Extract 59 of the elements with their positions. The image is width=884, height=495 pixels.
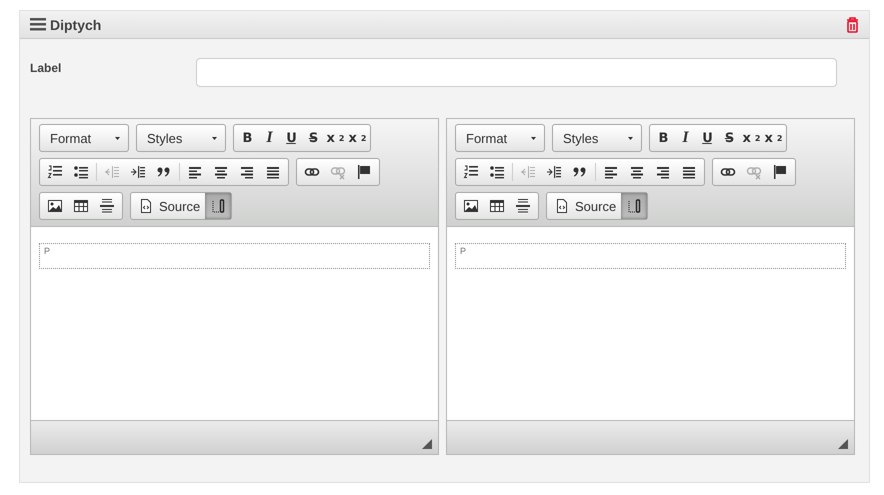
caret-icon <box>115 136 120 140</box>
align-left-icon <box>603 164 619 180</box>
toolbar-button[interactable] <box>205 193 232 219</box>
table-icon <box>489 198 505 214</box>
trash-icon[interactable] <box>846 16 859 32</box>
format-dropdown[interactable]: Format <box>39 124 129 152</box>
image-icon <box>47 198 63 214</box>
resize-handle-icon[interactable] <box>422 439 432 449</box>
paragraph-block: P <box>39 243 430 269</box>
align-right-icon <box>655 164 671 180</box>
format-button[interactable]: U <box>696 126 718 150</box>
table-icon <box>73 198 89 214</box>
toolbar-button[interactable] <box>621 193 648 219</box>
justify-icon <box>265 164 281 180</box>
document-icon <box>554 198 570 214</box>
indent-icon <box>130 164 146 180</box>
image-icon <box>463 198 479 214</box>
paragraph-block: P <box>455 243 846 269</box>
resize-handle-icon[interactable] <box>838 439 848 449</box>
align-center-icon <box>629 164 645 180</box>
align-right-icon <box>239 164 255 180</box>
styles-dropdown[interactable]: Styles <box>552 124 642 152</box>
format-button[interactable]: S <box>302 126 324 150</box>
source-button[interactable]: Source <box>133 194 206 218</box>
menu-icon[interactable] <box>30 18 46 31</box>
format-button[interactable]: B <box>236 126 258 150</box>
caret-icon <box>628 136 633 140</box>
numbered-list-icon <box>47 164 63 180</box>
flag-icon <box>356 164 372 180</box>
align-left-icon <box>187 164 203 180</box>
caret-icon <box>531 136 536 140</box>
numbered-list-icon <box>463 164 479 180</box>
styles-dropdown[interactable]: Styles <box>136 124 226 152</box>
show-blocks-icon <box>210 198 226 214</box>
format-button[interactable]: I <box>258 126 280 150</box>
format-button[interactable]: U <box>280 126 302 150</box>
format-button[interactable]: B <box>652 126 674 150</box>
horizontal-rule-icon <box>99 198 115 214</box>
caret-icon <box>212 136 217 140</box>
outdent-icon <box>520 164 536 180</box>
show-blocks-icon <box>626 198 642 214</box>
bullet-list-icon <box>489 164 505 180</box>
align-center-icon <box>213 164 229 180</box>
format-button[interactable]: I <box>674 126 696 150</box>
panel-title: Diptych <box>50 16 102 32</box>
format-dropdown[interactable]: Format <box>455 124 545 152</box>
document-icon <box>138 198 154 214</box>
horizontal-rule-icon <box>515 198 531 214</box>
format-button[interactable]: x$^{2}$ <box>346 126 368 150</box>
indent-icon <box>546 164 562 180</box>
source-button[interactable]: Source <box>549 194 622 218</box>
outdent-icon <box>104 164 120 180</box>
bullet-list-icon <box>73 164 89 180</box>
field-label: Label <box>30 60 62 77</box>
flag-icon <box>772 164 788 180</box>
justify-icon <box>681 164 697 180</box>
format-button[interactable]: S <box>718 126 740 150</box>
label-input[interactable] <box>196 58 837 87</box>
format-button[interactable]: x$^{2}$ <box>762 126 784 150</box>
